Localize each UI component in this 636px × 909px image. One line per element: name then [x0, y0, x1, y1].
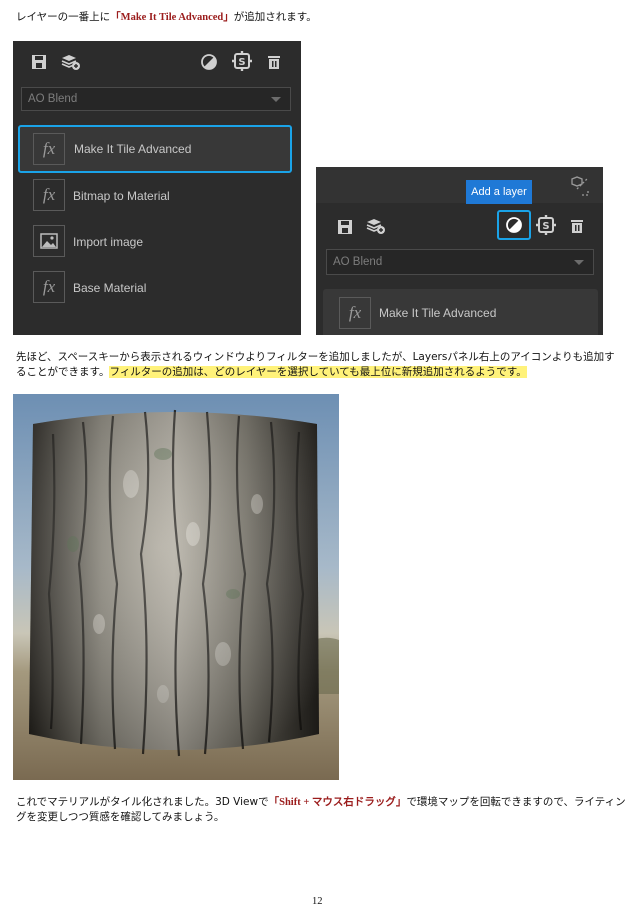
save-icon[interactable] — [336, 218, 354, 236]
delete-icon[interactable] — [265, 53, 283, 71]
3d-view-icon[interactable] — [568, 175, 590, 197]
add-layer-stack-icon[interactable] — [60, 53, 82, 71]
blend-mode-value: AO Blend — [333, 256, 383, 268]
chevron-down-icon — [271, 97, 281, 102]
layer-label: Base Material — [73, 281, 147, 295]
layer-label: Make It Tile Advanced — [379, 306, 497, 320]
layer-item-base-material[interactable]: fx Base Material — [20, 267, 292, 311]
add-substance-icon[interactable]: S — [535, 214, 557, 236]
layer-label: Bitmap to Material — [73, 189, 170, 203]
layer-item-make-it-tile-advanced[interactable]: fx Make It Tile Advanced — [18, 125, 292, 173]
add-filter-button[interactable] — [497, 210, 531, 240]
paragraph-2-highlight: フィルターの追加は、どのレイヤーを選択していても最上位に新規追加されるようです。 — [109, 366, 527, 378]
image-icon — [33, 225, 65, 257]
layer-label: Make It Tile Advanced — [74, 142, 192, 156]
add-filter-icon — [506, 217, 522, 233]
paragraph-3-after: で環境マップを回転できますので、ライティン — [406, 796, 626, 808]
blend-mode-value: AO Blend — [28, 93, 78, 105]
paragraph-3-line-1: これでマテリアルがタイル化されました。3D Viewで「Shift + マウス右… — [16, 795, 626, 810]
layer-item-make-it-tile-advanced[interactable]: fx Make It Tile Advanced — [323, 289, 598, 335]
paragraph-2-line-1: 先ほど、スペースキーから表示されるウィンドウよりフィルターを追加しましたが、La… — [16, 351, 615, 363]
layers-panel-screenshot-1: S AO Blend fx Make It Tile Advanced fx B… — [13, 41, 301, 335]
layer-label: Import image — [73, 235, 144, 249]
layer-item-import-image[interactable]: Import image — [20, 221, 292, 265]
page-number: 12 — [312, 896, 323, 907]
layer-item-bitmap-to-material[interactable]: fx Bitmap to Material — [20, 175, 292, 219]
intro-before: レイヤーの一番上に — [16, 11, 111, 23]
svg-text:S: S — [542, 221, 549, 232]
save-icon[interactable] — [30, 53, 48, 71]
chevron-down-icon — [574, 260, 584, 265]
intro-after: が追加されます。 — [233, 11, 317, 23]
paragraph-2-line-2: ることができます。フィルターの追加は、どのレイヤーを選択していても最上位に新規追… — [16, 365, 527, 379]
blend-mode-dropdown[interactable]: AO Blend — [21, 87, 291, 111]
blend-mode-dropdown[interactable]: AO Blend — [326, 249, 594, 275]
paragraph-3-line-2: グを変更しつつ質感を確認してみましょう。 — [16, 811, 225, 823]
svg-text:S: S — [238, 57, 245, 68]
paragraph-3-highlight: 「Shift + マウス右ドラッグ」 — [268, 797, 407, 808]
layers-panel-screenshot-2: S Add a layer AO Blend fx Make It Tile A… — [316, 167, 603, 335]
add-layer-tooltip: Add a layer — [466, 180, 532, 204]
panel-header — [316, 167, 603, 203]
intro-text: レイヤーの一番上に「Make It Tile Advanced」が追加されます。 — [16, 10, 317, 25]
material-preview-image — [13, 394, 339, 780]
fx-icon: fx — [33, 179, 65, 211]
delete-icon[interactable] — [568, 217, 586, 235]
intro-highlight: 「Make It Tile Advanced」 — [110, 12, 234, 23]
add-filter-icon[interactable] — [200, 53, 218, 71]
add-substance-icon[interactable]: S — [231, 50, 253, 72]
fx-icon: fx — [33, 133, 65, 165]
fx-icon: fx — [33, 271, 65, 303]
paragraph-3-before: これでマテリアルがタイル化されました。3D Viewで — [16, 796, 269, 808]
fx-icon: fx — [339, 297, 371, 329]
paragraph-2-plain: ることができます。 — [16, 366, 110, 378]
add-layer-stack-icon[interactable] — [365, 217, 387, 235]
